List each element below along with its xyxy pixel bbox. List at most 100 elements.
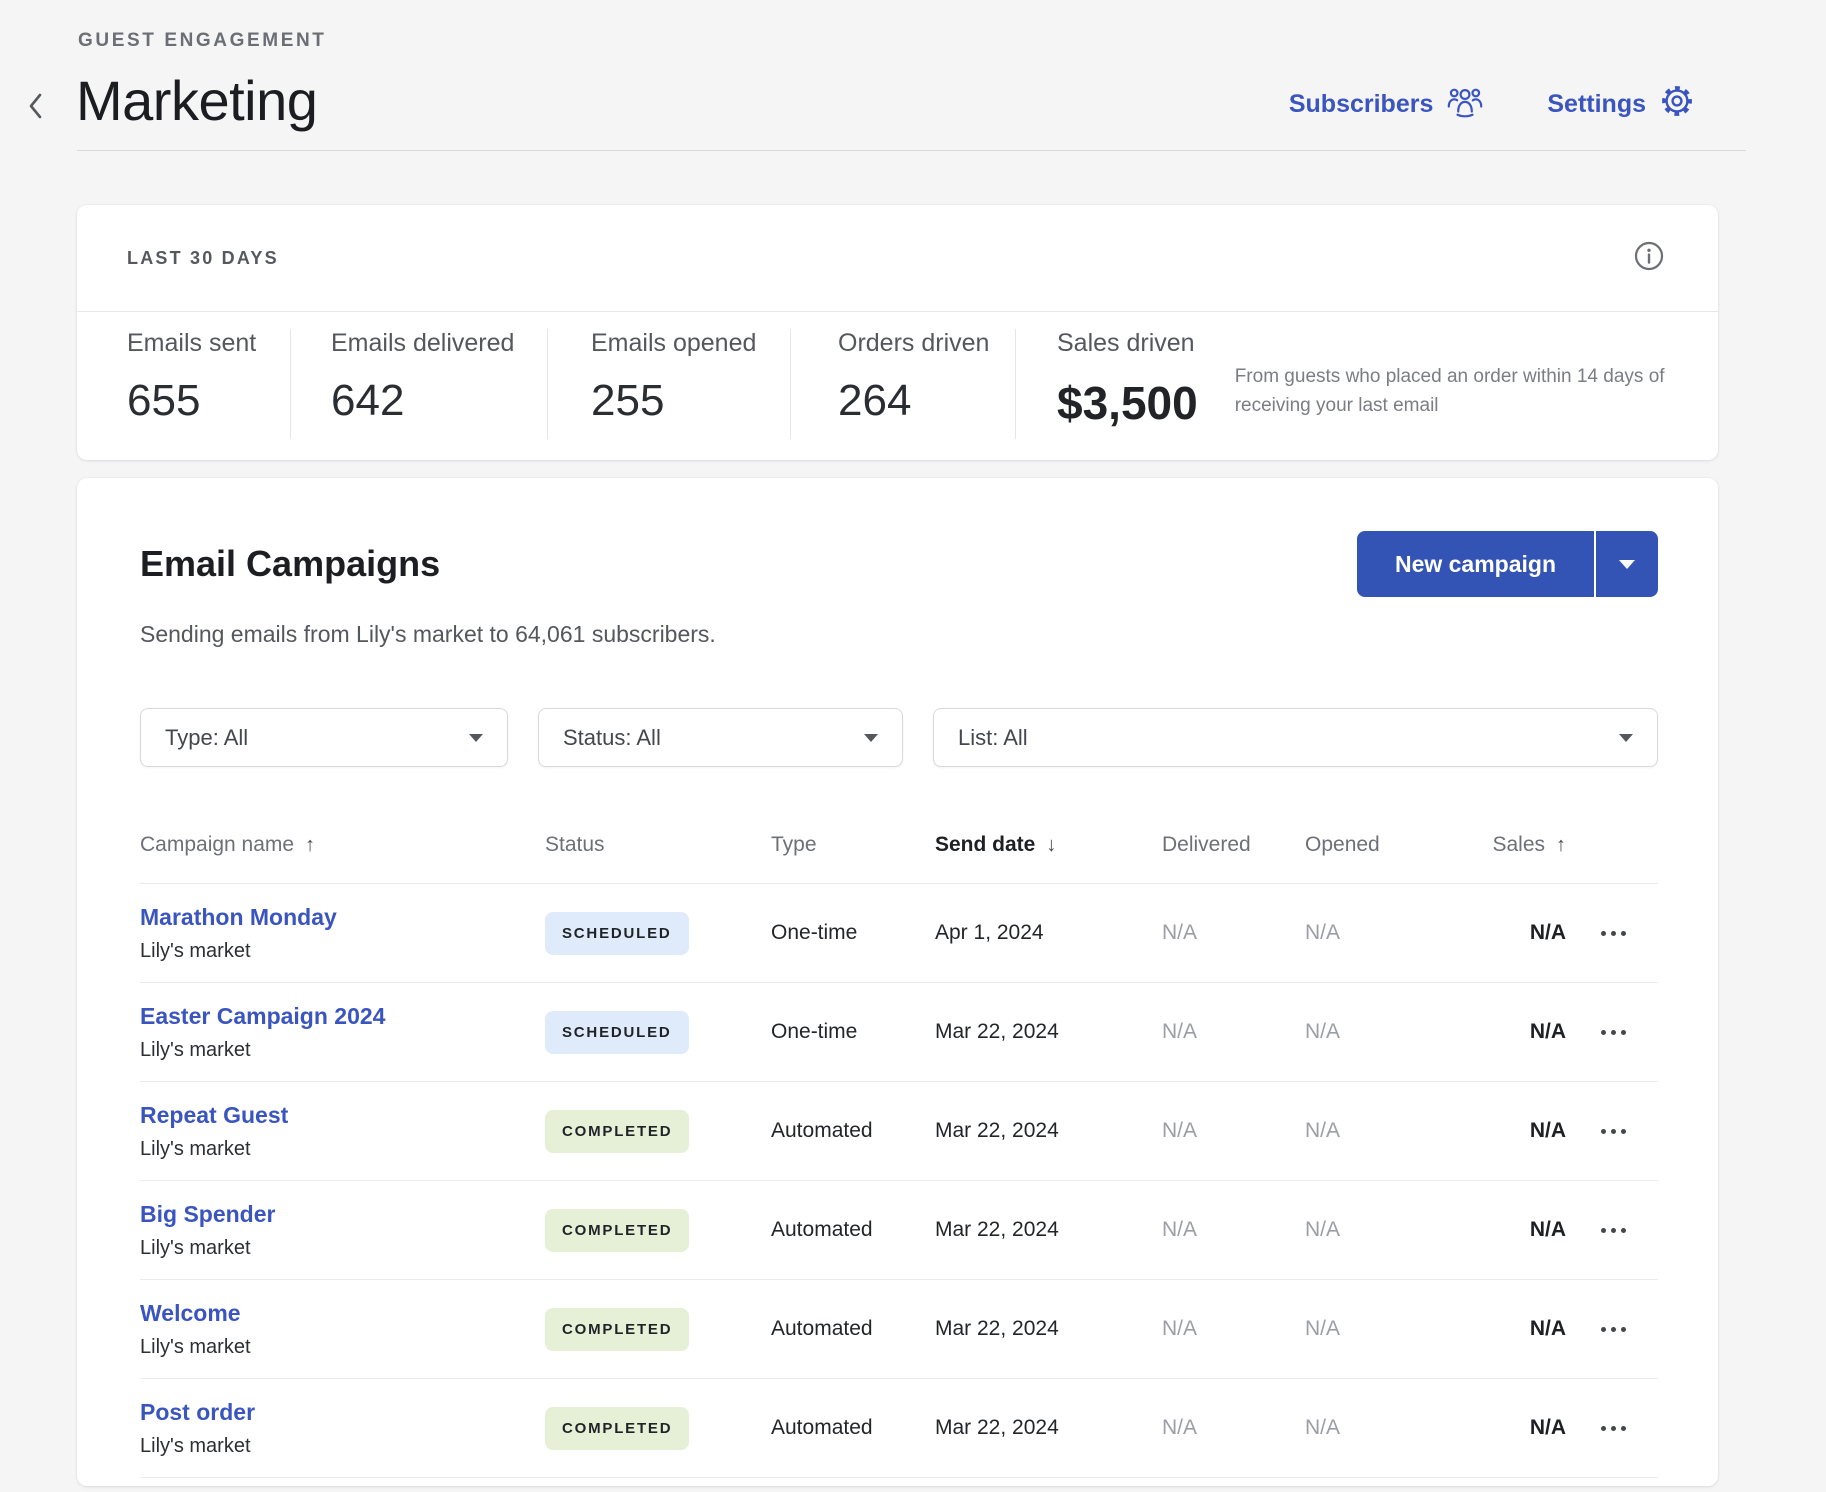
status-filter-dropdown[interactable]: Status: All [538,708,903,767]
opened-cell: N/A [1305,1317,1430,1341]
column-label: Opened [1305,833,1380,857]
status-badge: COMPLETED [545,1308,689,1351]
metric-label: Orders driven [838,329,1015,358]
type-cell: Automated [771,1218,935,1242]
campaign-list-name: Lily's market [140,1335,545,1359]
metric-emails-sent: Emails sent 655 [77,329,291,439]
table-header: Campaign name ↑ Status Type Send date ↓ … [140,833,1658,884]
table-row: Marathon Monday Lily's market SCHEDULED … [140,884,1658,983]
delivered-cell: N/A [1162,1218,1305,1242]
row-menu-button[interactable] [1597,1020,1630,1045]
campaign-name-link[interactable]: Big Spender [140,1200,545,1228]
table-row: Easter Campaign 2024 Lily's market SCHED… [140,983,1658,1082]
sales-cell: N/A [1430,1020,1566,1044]
row-menu-button[interactable] [1597,1317,1630,1342]
ellipsis-icon [1611,1327,1616,1332]
delivered-cell: N/A [1162,921,1305,945]
sort-asc-icon: ↑ [305,834,315,857]
info-icon [1633,240,1665,277]
ellipsis-icon [1611,1228,1616,1233]
campaign-list-name: Lily's market [140,1434,545,1458]
ellipsis-icon [1621,1228,1626,1233]
stats-card: LAST 30 DAYS Emails sent 655 Emails deli… [77,205,1718,460]
metric-orders-driven: Orders driven 264 [791,329,1016,439]
status-badge: COMPLETED [545,1110,689,1153]
ellipsis-icon [1611,931,1616,936]
ellipsis-icon [1601,1228,1606,1233]
new-campaign-button[interactable]: New campaign [1357,531,1594,597]
column-header-status: Status [545,833,771,857]
sales-cell: N/A [1430,1317,1566,1341]
caret-down-icon [864,734,878,742]
status-badge: COMPLETED [545,1407,689,1450]
ellipsis-icon [1601,1327,1606,1332]
table-row: Big Spender Lily's market COMPLETED Auto… [140,1181,1658,1280]
period-label: LAST 30 DAYS [127,248,279,269]
campaign-list-name: Lily's market [140,1137,545,1161]
list-filter-dropdown[interactable]: List: All [933,708,1658,767]
metric-emails-delivered: Emails delivered 642 [291,329,548,439]
row-menu-button[interactable] [1597,1119,1630,1144]
campaign-name-link[interactable]: Marathon Monday [140,903,545,931]
opened-cell: N/A [1305,1416,1430,1440]
campaign-name-link[interactable]: Post order [140,1398,545,1426]
opened-cell: N/A [1305,1020,1430,1044]
ellipsis-icon [1621,1426,1626,1431]
sales-cell: N/A [1430,1119,1566,1143]
campaign-name-link[interactable]: Welcome [140,1299,545,1327]
campaign-list-name: Lily's market [140,1038,545,1062]
column-header-send-date[interactable]: Send date ↓ [935,833,1162,857]
type-filter-dropdown[interactable]: Type: All [140,708,508,767]
column-label: Sales [1492,833,1545,857]
opened-cell: N/A [1305,921,1430,945]
info-button[interactable] [1632,241,1666,275]
column-header-campaign-name[interactable]: Campaign name ↑ [140,833,545,857]
status-badge: SCHEDULED [545,912,689,955]
caret-down-icon [1619,734,1633,742]
column-header-sales[interactable]: Sales ↑ [1430,833,1566,857]
sort-desc-icon: ↓ [1046,834,1056,857]
chevron-left-icon [25,89,47,128]
row-menu-button[interactable] [1597,1218,1630,1243]
caret-down-icon [469,734,483,742]
ellipsis-icon [1601,931,1606,936]
row-menu-button[interactable] [1597,1416,1630,1441]
list-filter-label: List: All [958,725,1028,751]
metric-label: Emails sent [127,329,290,358]
type-cell: Automated [771,1317,935,1341]
back-button[interactable] [16,86,56,130]
column-label: Campaign name [140,833,294,857]
table-row: Post order Lily's market COMPLETED Autom… [140,1379,1658,1478]
filters-row: Type: All Status: All List: All [140,708,1658,767]
table-row: Repeat Guest Lily's market COMPLETED Aut… [140,1082,1658,1181]
type-cell: Automated [771,1416,935,1440]
new-campaign-split-button: New campaign [1357,531,1658,597]
column-header-opened: Opened [1305,833,1430,857]
column-label: Type [771,833,817,857]
row-menu-button[interactable] [1597,921,1630,946]
ellipsis-icon [1621,931,1626,936]
type-cell: Automated [771,1119,935,1143]
ellipsis-icon [1621,1030,1626,1035]
opened-cell: N/A [1305,1119,1430,1143]
send-date-cell: Mar 22, 2024 [935,1416,1162,1440]
page-title: Marketing [76,68,317,133]
send-date-cell: Mar 22, 2024 [935,1317,1162,1341]
metric-label: Emails delivered [331,329,547,358]
settings-link[interactable]: Settings [1547,84,1694,125]
sales-cell: N/A [1430,1218,1566,1242]
subscribers-link[interactable]: Subscribers [1289,85,1484,125]
metric-note: From guests who placed an order within 1… [1235,362,1695,421]
ellipsis-icon [1621,1327,1626,1332]
column-header-delivered: Delivered [1162,833,1305,857]
status-filter-label: Status: All [563,725,661,751]
campaign-name-link[interactable]: Easter Campaign 2024 [140,1002,545,1030]
metric-label: Emails opened [591,329,790,358]
metric-sales-driven: Sales driven $3,500 From guests who plac… [1016,329,1718,439]
ellipsis-icon [1611,1129,1616,1134]
new-campaign-dropdown-button[interactable] [1596,531,1658,597]
sales-cell: N/A [1430,921,1566,945]
chevron-down-icon [1619,560,1635,569]
type-filter-label: Type: All [165,725,248,751]
campaign-name-link[interactable]: Repeat Guest [140,1101,545,1129]
